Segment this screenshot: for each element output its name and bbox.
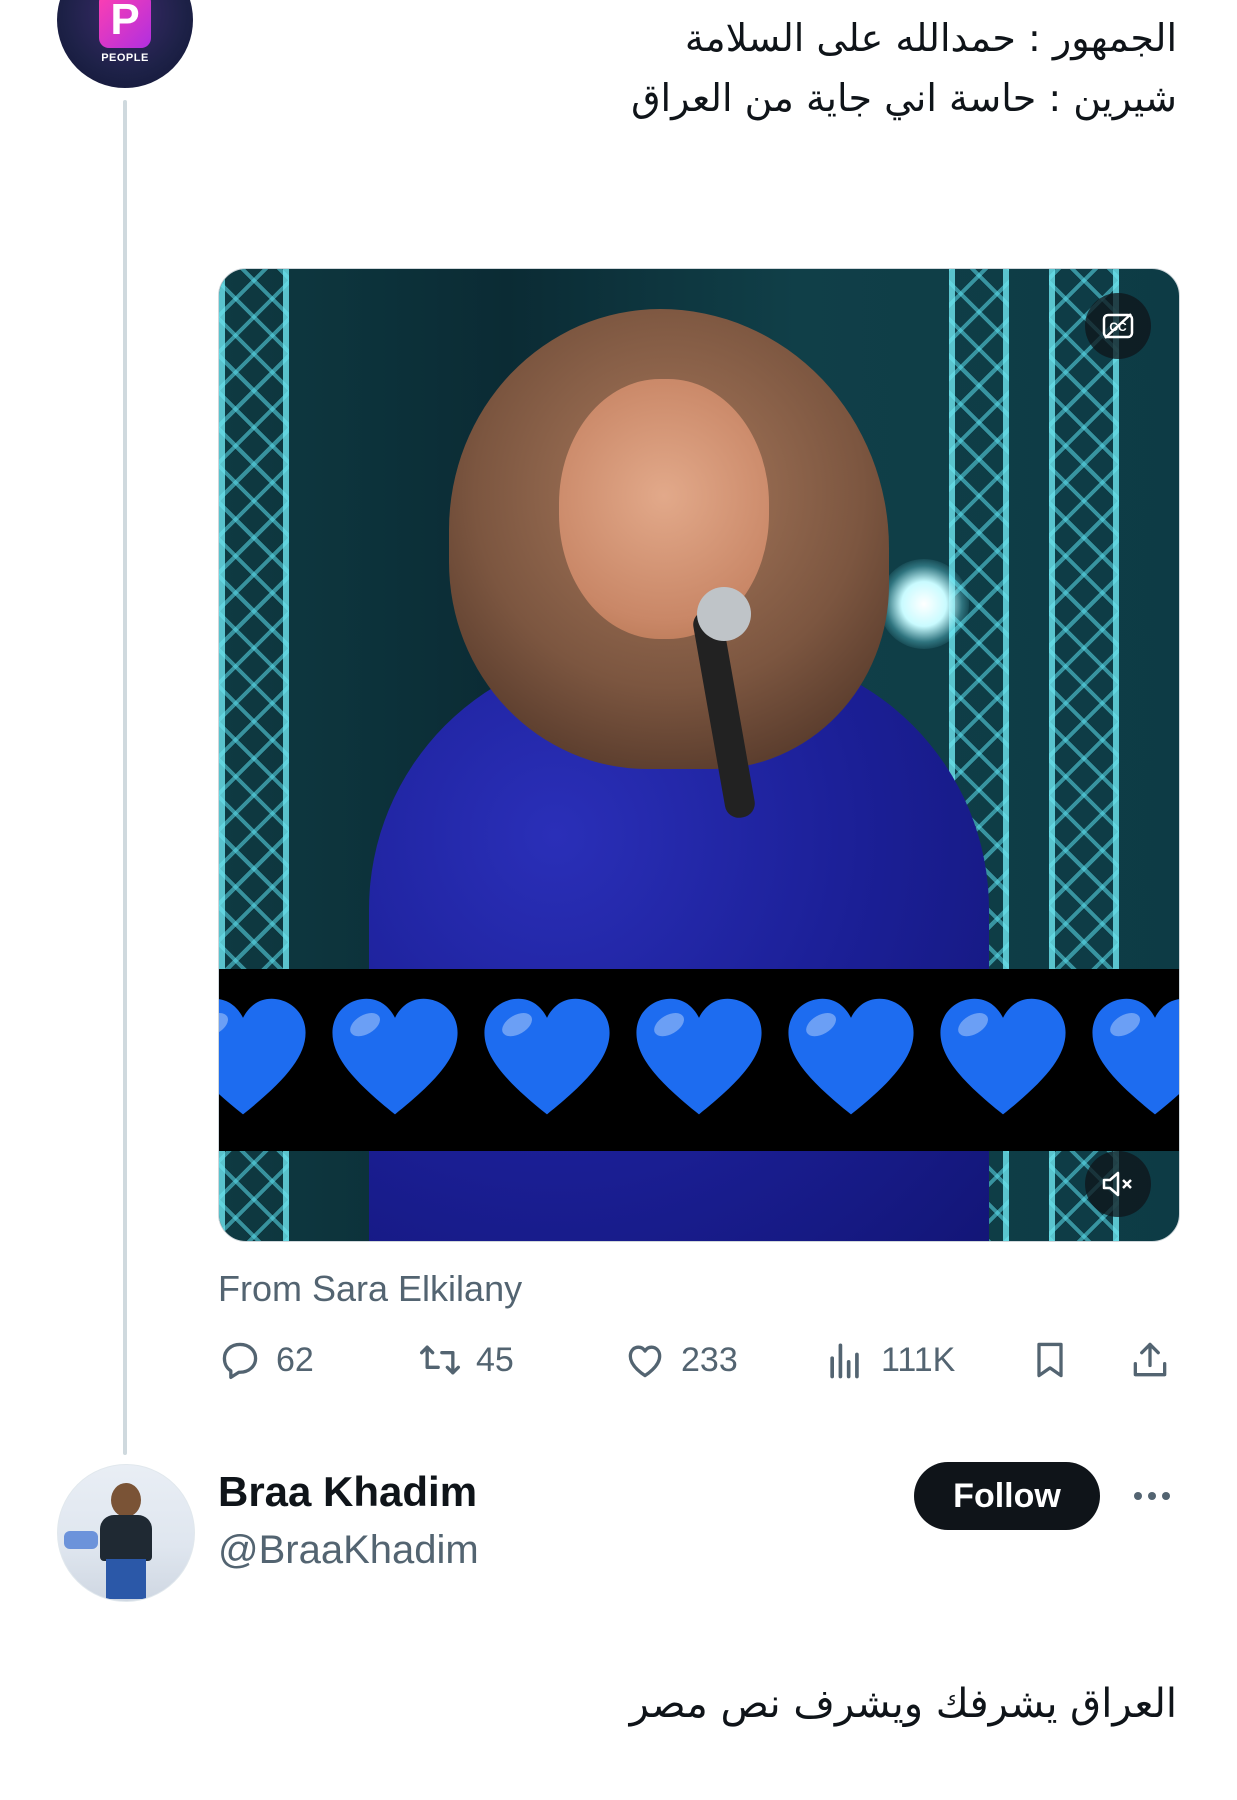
share-button[interactable] [1128,1330,1172,1390]
tweet-text: الجمهور : حمدالله على السلامة شيرين : حا… [277,8,1177,128]
blue-heart-icon [219,998,306,1115]
tweet-text-line-1: الجمهور : حمدالله على السلامة [684,16,1177,60]
blue-heart-icon [940,998,1066,1115]
views-count: 111K [881,1340,956,1379]
user-display-name[interactable]: Braa Khadim [218,1468,477,1516]
blue-heart-icon [788,998,914,1115]
more-dots-icon [1134,1492,1142,1500]
stage-spotlight [879,559,969,649]
blue-heart-icon [332,998,458,1115]
people-logo-icon: P [99,0,151,48]
reply-tweet-text: العراق يشرفك ويشرف نص مصر [629,1681,1177,1727]
retweet-icon [420,1345,460,1375]
blue-hearts-banner [219,969,1179,1151]
like-button[interactable]: 233 [623,1330,738,1390]
avatar-person-legs [106,1559,146,1599]
video-player[interactable]: CC [218,268,1180,1242]
retweet-button[interactable]: 45 [418,1330,514,1390]
bookmark-button[interactable] [1028,1330,1072,1390]
more-options-button[interactable] [1124,1474,1180,1518]
like-count: 233 [681,1340,738,1379]
reply-count: 62 [276,1340,314,1379]
follow-button[interactable]: Follow [914,1462,1100,1530]
views-button[interactable]: 111K [823,1330,955,1390]
unmute-button[interactable] [1085,1151,1151,1217]
more-dots-icon [1162,1492,1170,1500]
microphone-head [697,587,751,641]
blue-heart-icon [636,998,762,1115]
avatar-brand-text: PEOPLE [101,52,149,64]
user-handle[interactable]: @BraaKhadim [218,1528,479,1573]
heart-outline-icon [628,1345,662,1378]
more-dots-icon [1148,1492,1156,1500]
avatar-backdrop-logo [64,1531,98,1549]
thread-connector-line [123,100,127,1455]
speaker-muted-icon [1102,1171,1132,1197]
tweet-actions: 62 45 233 111K [218,1330,1178,1390]
reply-button[interactable]: 62 [218,1330,314,1390]
share-upload-icon [1133,1342,1167,1377]
captions-button[interactable]: CC [1085,293,1151,359]
bookmark-icon [1037,1342,1063,1378]
avatar-people-belarabi[interactable]: P PEOPLE [57,0,193,88]
avatar-braa-khadim[interactable] [57,1464,195,1602]
media-attribution[interactable]: From Sara Elkilany [218,1268,522,1310]
avatar-person-head [111,1483,141,1517]
views-chart-icon [830,1343,859,1379]
avatar-person-body [100,1515,152,1561]
captions-off-icon: CC [1102,313,1134,339]
blue-heart-icon [484,998,610,1115]
retweet-count: 45 [476,1340,514,1379]
blue-heart-icon [1092,998,1179,1115]
tweet-text-line-2: شيرين : حاسة اني جاية من العراق [631,76,1177,120]
reply-icon [222,1342,258,1380]
